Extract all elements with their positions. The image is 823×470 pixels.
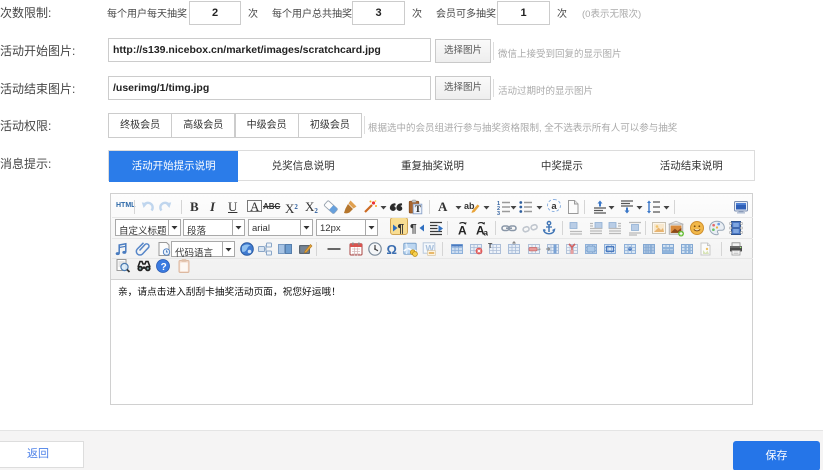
svg-text:?: ? bbox=[161, 261, 167, 272]
svg-text:a: a bbox=[484, 228, 489, 236]
svg-text:T: T bbox=[488, 243, 493, 250]
svg-text:¶: ¶ bbox=[398, 221, 405, 235]
svg-text:¶: ¶ bbox=[410, 221, 417, 235]
svg-text:T: T bbox=[415, 205, 422, 215]
svg-text:3: 3 bbox=[497, 211, 500, 215]
svg-text:Ω: Ω bbox=[386, 242, 396, 257]
svg-text:A: A bbox=[458, 223, 467, 236]
